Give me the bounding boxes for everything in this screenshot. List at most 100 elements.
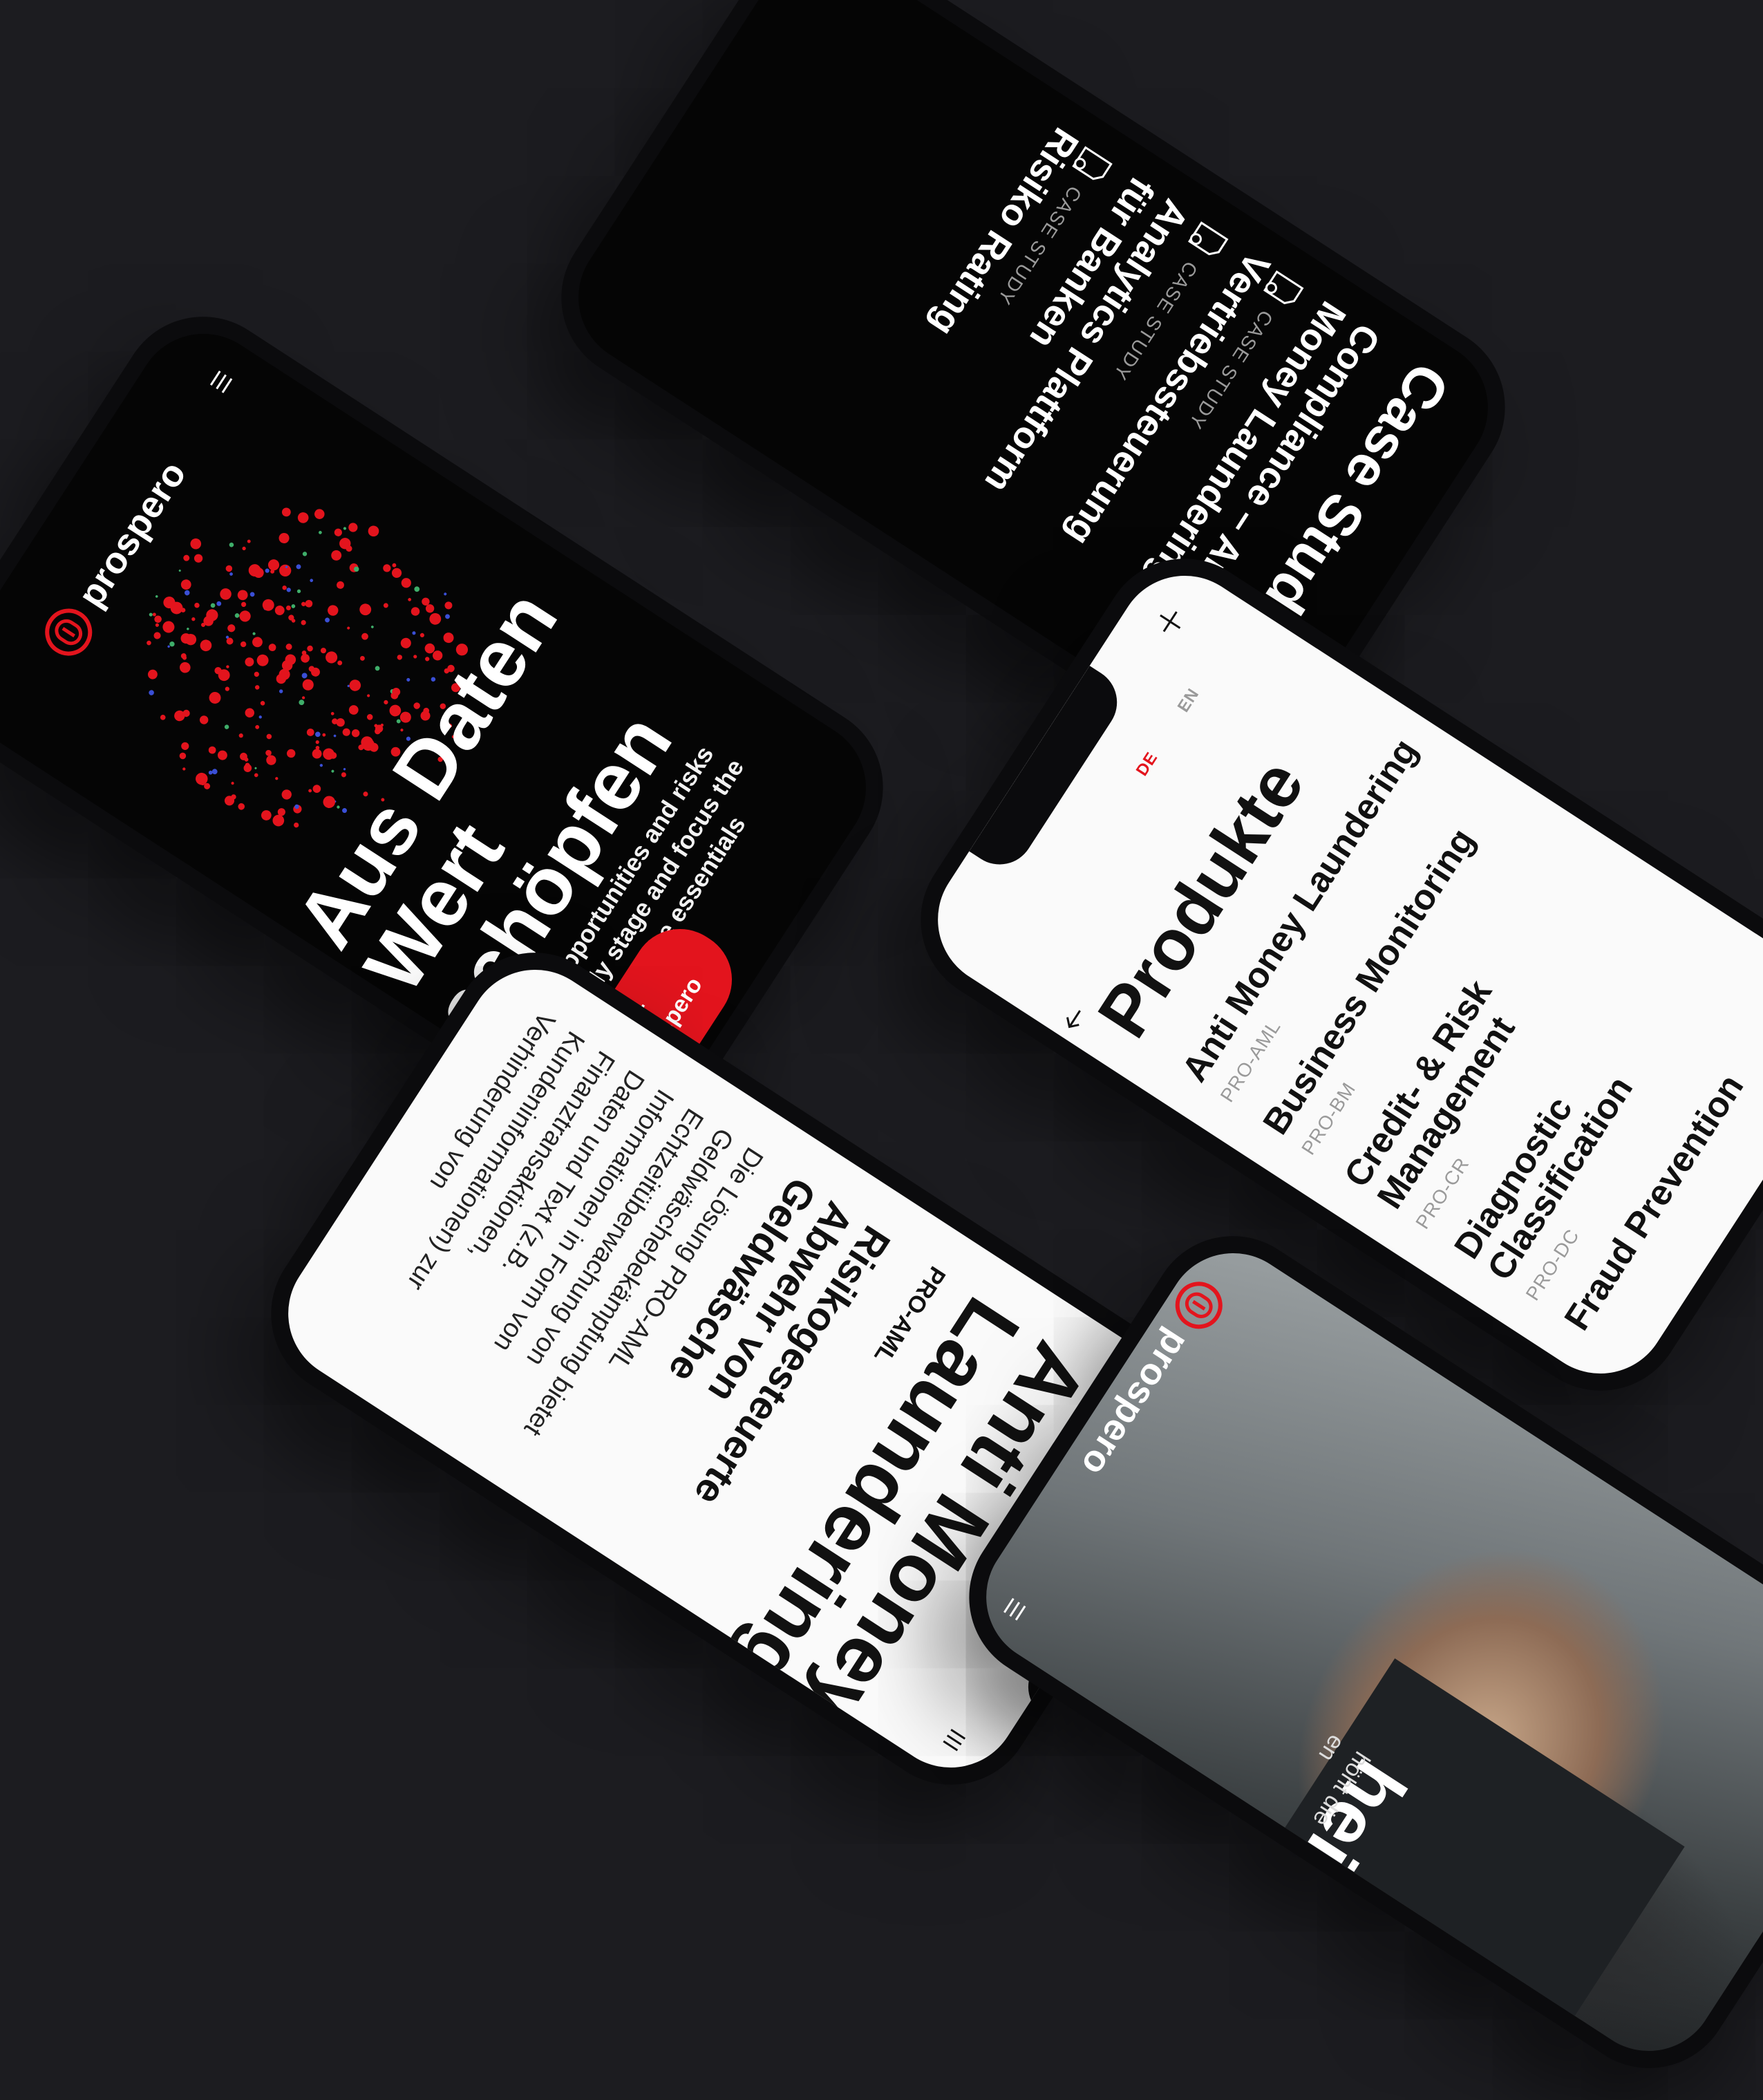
particle-dot [310, 579, 314, 583]
particle-dot [262, 599, 274, 611]
particle-dot [254, 671, 259, 677]
particle-dot [343, 768, 346, 771]
particle-dot [167, 645, 170, 648]
particle-dot [306, 729, 314, 736]
particle-dot [383, 564, 391, 572]
particle-dot [367, 694, 370, 697]
particle-dot [190, 538, 202, 550]
particle-dot [268, 644, 276, 652]
particle-dot [331, 769, 334, 773]
particle-dot [343, 527, 347, 530]
particle-dot [359, 655, 365, 661]
particle-dot [254, 773, 258, 778]
particle-dot [285, 605, 291, 610]
particle-dot [255, 724, 260, 729]
particle-dot [184, 590, 190, 596]
particle-dot [229, 572, 233, 576]
particle-dot [444, 601, 453, 610]
particle-dot [342, 728, 350, 736]
particle-dot [179, 662, 191, 673]
burger-icon[interactable] [202, 363, 240, 401]
particle-dot [252, 632, 256, 635]
particle-dot [296, 564, 301, 570]
particle-dot [291, 604, 296, 608]
particle-dot [238, 803, 245, 810]
particle-dot [348, 705, 359, 715]
particle-dot [260, 701, 265, 706]
particle-dot [330, 711, 334, 715]
particle-dot [312, 785, 321, 793]
particle-dot [413, 655, 417, 659]
particle-dot [200, 639, 212, 652]
particle-dot [301, 620, 306, 626]
particle-dot [294, 822, 299, 828]
particle-dot [351, 729, 360, 738]
particle-dot [319, 531, 322, 534]
particle-dot [370, 626, 374, 628]
lang-en-button[interactable]: EN [1174, 685, 1204, 716]
particle-dot [375, 666, 380, 671]
particle-dot [337, 581, 344, 589]
particle-dot [444, 592, 447, 596]
notch [969, 666, 1131, 878]
particle-dot [315, 740, 319, 744]
particle-dot [286, 749, 296, 758]
particle-dot [323, 796, 335, 808]
particle-dot [245, 708, 255, 718]
particle-dot [149, 690, 154, 695]
particle-dot [412, 631, 416, 635]
lang-de-button[interactable]: DE [1133, 749, 1162, 780]
particle-dot [242, 546, 246, 551]
particle-dot [254, 767, 257, 769]
particle-dot [296, 589, 301, 594]
particle-dot [366, 713, 373, 720]
particle-dot [178, 569, 181, 572]
particle-dot [265, 568, 270, 573]
particle-dot [208, 746, 216, 754]
particle-dot [414, 586, 420, 592]
particle-dot [408, 598, 412, 601]
particle-dot [155, 623, 160, 627]
particle-dot [314, 731, 321, 738]
particle-dot [229, 542, 234, 547]
particle-dot [323, 748, 334, 760]
particle-dot [308, 789, 312, 793]
burger-icon[interactable] [935, 1721, 973, 1759]
particle-dot [285, 644, 292, 650]
particle-dot [194, 554, 203, 563]
particle-dot [149, 612, 153, 617]
particle-dot [243, 764, 252, 772]
particle-dot [401, 578, 411, 588]
particle-dot [256, 654, 269, 666]
particle-dot [210, 603, 216, 608]
particle-dot [254, 685, 260, 690]
particle-dot [368, 525, 379, 537]
particle-dot [411, 607, 420, 616]
particle-dot [252, 637, 263, 648]
particle-dot [199, 715, 209, 724]
particle-dot [245, 657, 254, 667]
close-icon[interactable] [1148, 600, 1192, 644]
particle-dot [281, 507, 291, 517]
particle-dot [425, 657, 430, 662]
particle-dot [266, 755, 276, 765]
particle-dot [331, 550, 342, 561]
particle-dot [239, 610, 251, 622]
particle-dot [397, 655, 403, 660]
particle-dot [302, 679, 314, 691]
particle-dot [275, 777, 279, 780]
particle-dot [226, 665, 229, 668]
particle-dot [224, 724, 229, 729]
particle-dot [391, 568, 402, 578]
particle-dot [337, 805, 340, 809]
particle-dot [179, 752, 187, 760]
particle-dot [241, 601, 247, 608]
particle-dot [349, 679, 361, 691]
particle-dot [347, 626, 350, 630]
particle-dot [429, 612, 442, 625]
particle-dot [301, 696, 305, 700]
particle-dot [337, 660, 343, 666]
particle-dot [383, 603, 388, 608]
particle-dot [319, 764, 323, 767]
particle-dot [348, 523, 358, 532]
